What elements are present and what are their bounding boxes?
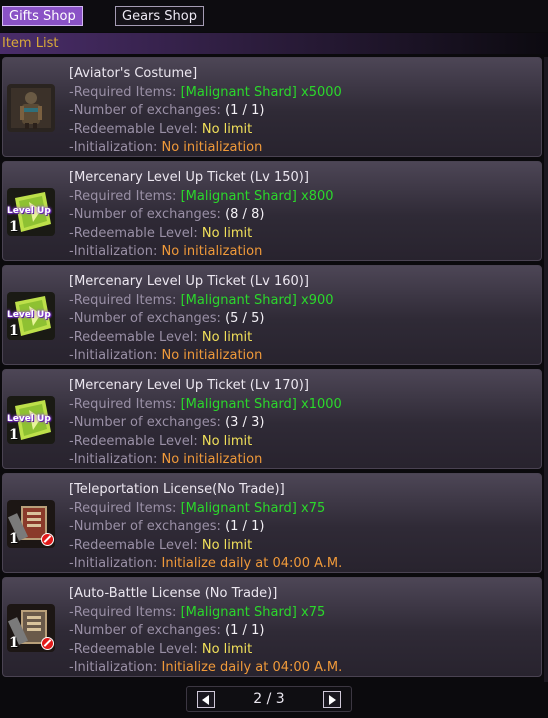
item-name: [Mercenary Level Up Ticket (Lv 160)]: [69, 274, 309, 289]
item-name: [Mercenary Level Up Ticket (Lv 170)]: [69, 378, 309, 393]
level-up-ticket-icon: Level Up 1: [7, 292, 55, 340]
initialization-value: No initialization: [161, 348, 263, 363]
redeemable-level-label: -Redeemable Level:: [69, 537, 198, 553]
redeemable-level-label: -Redeemable Level:: [69, 329, 198, 345]
initialization-label: -Initialization:: [69, 140, 158, 155]
list-item[interactable]: Level Up 1 [Mercenary Level Up Ticket (L…: [2, 369, 542, 469]
item-name: [Auto-Battle License (No Trade)]: [69, 586, 278, 601]
exchanges-value: (3 / 3): [225, 415, 265, 430]
item-quantity: 1: [9, 427, 19, 443]
shop-tab-bar: Gifts Shop Gears Shop: [0, 0, 548, 32]
required-items-label: -Required Items:: [69, 188, 177, 204]
exchanges-value: (1 / 1): [225, 623, 265, 638]
arrow-right-icon: [329, 695, 336, 705]
exchanges-value: (1 / 1): [225, 103, 265, 118]
list-item[interactable]: Level Up 1 [Mercenary Level Up Ticket (L…: [2, 161, 542, 261]
exchanges-label: -Number of exchanges:: [69, 519, 221, 534]
no-trade-icon: [41, 637, 54, 650]
initialization-label: -Initialization:: [69, 452, 158, 467]
redeemable-level-label: -Redeemable Level:: [69, 433, 198, 449]
redeemable-level-label: -Redeemable Level:: [69, 121, 198, 137]
list-item[interactable]: 1 [Teleportation License(No Trade)] -Req…: [2, 473, 542, 573]
item-quantity: 1: [9, 531, 19, 547]
level-up-badge: Level Up: [7, 206, 51, 216]
redeemable-level-value: No limit: [201, 121, 253, 137]
redeemable-level-value: No limit: [201, 433, 253, 449]
required-items-value: [Malignant Shard] x5000: [180, 84, 342, 100]
exchanges-label: -Number of exchanges:: [69, 311, 221, 326]
scroll-license-icon: 1: [7, 500, 55, 548]
redeemable-level-value: No limit: [201, 329, 253, 345]
required-items-value: [Malignant Shard] x1000: [180, 396, 342, 412]
exchanges-label: -Number of exchanges:: [69, 415, 221, 430]
item-quantity: 1: [9, 323, 19, 339]
initialization-value: Initialize daily at 04:00 A.M.: [161, 660, 343, 675]
level-up-ticket-icon: Level Up 1: [7, 188, 55, 236]
tab-gifts-shop[interactable]: Gifts Shop: [2, 6, 83, 26]
list-item[interactable]: [Aviator's Costume] -Required Items: [Ma…: [2, 57, 542, 157]
exchanges-value: (8 / 8): [225, 207, 265, 222]
exchanges-label: -Number of exchanges:: [69, 623, 221, 638]
initialization-value: No initialization: [161, 140, 263, 155]
required-items-label: -Required Items:: [69, 500, 177, 516]
initialization-label: -Initialization:: [69, 348, 158, 363]
initialization-value: No initialization: [161, 244, 263, 259]
item-quantity: 1: [9, 219, 19, 235]
initialization-value: No initialization: [161, 452, 263, 467]
exchanges-label: -Number of exchanges:: [69, 103, 221, 118]
list-item[interactable]: Level Up 1 [Mercenary Level Up Ticket (L…: [2, 265, 542, 365]
initialization-label: -Initialization:: [69, 556, 158, 571]
exchanges-value: (5 / 5): [225, 311, 265, 326]
no-trade-icon: [41, 533, 54, 546]
item-name: [Teleportation License(No Trade)]: [69, 482, 285, 497]
tab-gears-shop[interactable]: Gears Shop: [115, 6, 204, 26]
level-up-badge: Level Up: [7, 310, 51, 320]
initialization-value: Initialize daily at 04:00 A.M.: [161, 556, 343, 571]
required-items-label: -Required Items:: [69, 292, 177, 308]
costume-icon: [7, 84, 55, 132]
list-scrollbar[interactable]: [544, 57, 548, 682]
item-name: [Mercenary Level Up Ticket (Lv 150)]: [69, 170, 309, 185]
next-page-button[interactable]: [323, 691, 341, 708]
required-items-label: -Required Items:: [69, 604, 177, 620]
exchanges-label: -Number of exchanges:: [69, 207, 221, 222]
initialization-label: -Initialization:: [69, 660, 158, 675]
required-items-value: [Malignant Shard] x900: [180, 292, 334, 308]
item-list-header: Item List: [0, 33, 548, 54]
redeemable-level-label: -Redeemable Level:: [69, 225, 198, 241]
list-item[interactable]: 1 [Auto-Battle License (No Trade)] -Requ…: [2, 577, 542, 677]
required-items-label: -Required Items:: [69, 396, 177, 412]
initialization-label: -Initialization:: [69, 244, 158, 259]
redeemable-level-value: No limit: [201, 641, 253, 657]
redeemable-level-value: No limit: [201, 225, 253, 241]
scroll-license-icon: 1: [7, 604, 55, 652]
level-up-badge: Level Up: [7, 414, 51, 424]
required-items-value: [Malignant Shard] x75: [180, 500, 326, 516]
required-items-label: -Required Items:: [69, 84, 177, 100]
redeemable-level-label: -Redeemable Level:: [69, 641, 198, 657]
level-up-ticket-icon: Level Up 1: [7, 396, 55, 444]
pagination: 2 / 3: [186, 686, 352, 712]
item-name: [Aviator's Costume]: [69, 66, 198, 81]
required-items-value: [Malignant Shard] x75: [180, 604, 326, 620]
redeemable-level-value: No limit: [201, 537, 253, 553]
required-items-value: [Malignant Shard] x800: [180, 188, 334, 204]
item-quantity: 1: [9, 635, 19, 651]
exchanges-value: (1 / 1): [225, 519, 265, 534]
